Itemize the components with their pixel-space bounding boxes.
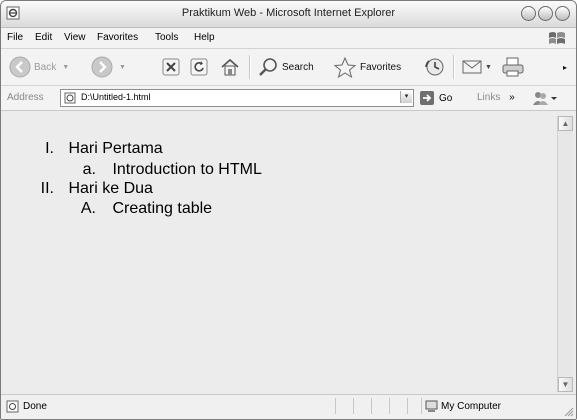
forward-arrow-icon <box>91 56 113 78</box>
address-bar: Address D:\Untitled-1.html ▾ Go Links » <box>1 86 576 111</box>
status-text: Done <box>23 401 47 412</box>
refresh-button[interactable] <box>189 55 209 79</box>
favorites-button[interactable]: Favorites <box>333 55 401 79</box>
go-label: Go <box>439 92 453 104</box>
print-button[interactable] <box>501 55 525 79</box>
menu-file[interactable]: File <box>7 32 23 43</box>
chevron-down-icon[interactable]: ▼ <box>485 64 492 71</box>
refresh-icon <box>190 58 208 76</box>
stop-button[interactable] <box>161 55 181 79</box>
go-arrow-icon <box>420 91 434 105</box>
vertical-scrollbar[interactable]: ▲ ▼ <box>557 116 573 392</box>
sub-list-item: a. Introduction to HTML <box>74 161 262 179</box>
list-item-text: Hari ke Dua <box>68 180 153 197</box>
menu-tools[interactable]: Tools <box>155 32 178 43</box>
status-bar: Done My Computer <box>1 394 576 419</box>
favorites-star-icon <box>333 56 357 78</box>
mail-icon <box>462 60 482 74</box>
scroll-up-button[interactable]: ▲ <box>558 116 573 131</box>
sub-list-item: A. Creating table <box>74 200 212 218</box>
search-button[interactable]: Search <box>257 55 314 79</box>
address-value: D:\Untitled-1.html <box>81 92 151 102</box>
resize-grip-icon[interactable] <box>564 407 574 417</box>
printer-icon <box>502 57 524 77</box>
security-zone: My Computer <box>441 401 502 412</box>
list-marker: I. <box>45 140 54 157</box>
maximize-button[interactable] <box>538 6 553 21</box>
forward-button[interactable]: ▼ <box>91 55 126 79</box>
menu-view[interactable]: View <box>64 32 86 43</box>
chevron-down-icon[interactable]: ▼ <box>119 64 126 71</box>
address-label: Address <box>7 92 44 103</box>
back-button[interactable]: Back ▼ <box>9 55 69 79</box>
links-label: Links <box>477 92 501 103</box>
my-computer-icon <box>425 400 438 412</box>
page-content: I. Hari Pertama a. Introduction to HTML … <box>4 116 559 392</box>
links-chevron-icon: » <box>509 92 515 103</box>
toolbar-chevron-icon[interactable]: ▸ <box>563 55 567 79</box>
list-marker: A. <box>80 200 96 217</box>
back-label: Back <box>34 61 57 73</box>
favorites-label: Favorites <box>360 61 402 73</box>
close-button[interactable] <box>555 6 570 21</box>
back-arrow-icon <box>9 56 31 78</box>
menu-bar: File Edit View Favorites Tools Help <box>1 28 576 49</box>
page-status-icon <box>6 400 19 413</box>
history-icon <box>425 58 444 76</box>
links-toolbar[interactable]: Links » <box>477 92 515 103</box>
home-icon <box>221 58 239 76</box>
list-item: I. Hari Pertama <box>34 140 163 158</box>
list-item: II. Hari ke Dua <box>34 180 153 198</box>
address-dropdown-icon[interactable]: ▾ <box>400 91 412 103</box>
history-button[interactable] <box>423 55 447 79</box>
title-bar[interactable]: Praktikum Web - Microsoft Internet Explo… <box>1 1 576 28</box>
stop-icon <box>162 58 180 76</box>
standard-toolbar: Back ▼ ▼ Search Favorites ▼ ▸ <box>1 49 576 86</box>
windows-logo-icon <box>549 32 565 44</box>
window-title: Praktikum Web - Microsoft Internet Explo… <box>181 7 396 19</box>
home-button[interactable] <box>219 55 241 79</box>
list-marker: a. <box>82 161 96 178</box>
browser-window: Praktikum Web - Microsoft Internet Explo… <box>0 0 577 420</box>
list-item-text: Introduction to HTML <box>112 161 262 178</box>
chevron-down-icon[interactable]: ▼ <box>62 64 69 71</box>
search-label: Search <box>282 61 314 73</box>
search-icon <box>259 58 277 76</box>
menu-favorites[interactable]: Favorites <box>97 32 138 43</box>
menu-edit[interactable]: Edit <box>35 32 52 43</box>
address-input[interactable]: D:\Untitled-1.html ▾ <box>60 89 414 107</box>
list-item-text: Hari Pertama <box>68 140 163 157</box>
page-icon <box>64 92 76 104</box>
list-item-text: Creating table <box>112 200 213 217</box>
menu-help[interactable]: Help <box>194 32 215 43</box>
scroll-down-button[interactable]: ▼ <box>558 377 573 392</box>
minimize-button[interactable] <box>521 6 536 21</box>
go-button[interactable]: Go <box>419 90 452 106</box>
mail-button[interactable]: ▼ <box>461 55 492 79</box>
messenger-icon[interactable] <box>531 90 557 106</box>
list-marker: II. <box>40 180 54 197</box>
